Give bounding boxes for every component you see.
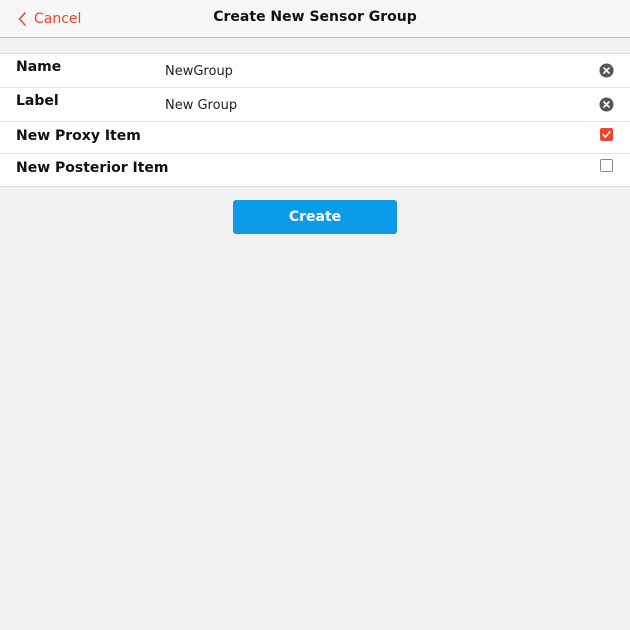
posterior-item-label: New Posterior Item <box>16 160 169 176</box>
posterior-item-checkbox[interactable] <box>600 159 613 172</box>
label-row: Label <box>0 88 630 122</box>
label-field[interactable] <box>165 96 585 114</box>
name-label: Name <box>16 59 62 75</box>
name-row: Name <box>0 54 630 88</box>
clear-circle-icon[interactable] <box>599 97 614 112</box>
label-label: Label <box>16 93 59 109</box>
navigation-bar: Cancel Create New Sensor Group <box>0 0 630 38</box>
proxy-item-row: New Proxy Item <box>0 122 630 154</box>
proxy-item-checkbox[interactable] <box>600 128 613 141</box>
checkmark-icon <box>602 131 611 138</box>
posterior-item-row: New Posterior Item <box>0 154 630 186</box>
name-field[interactable] <box>165 62 585 80</box>
proxy-item-label: New Proxy Item <box>16 128 141 144</box>
create-sensor-group-screen: Cancel Create New Sensor Group Name Labe… <box>0 0 630 630</box>
sensor-group-form: Name Label New Proxy I <box>0 53 630 187</box>
clear-circle-icon[interactable] <box>599 63 614 78</box>
page-title: Create New Sensor Group <box>213 9 417 25</box>
create-button[interactable]: Create <box>233 200 397 234</box>
